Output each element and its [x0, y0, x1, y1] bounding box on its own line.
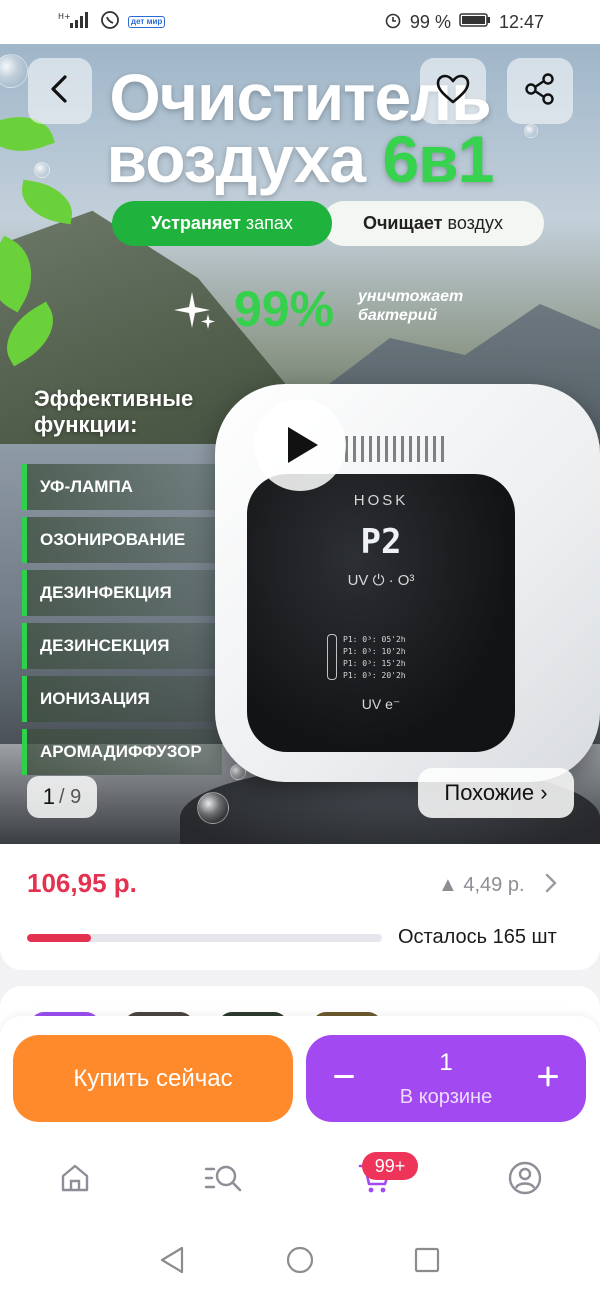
in-cart-control: 1 В корзине	[306, 1035, 586, 1122]
kill-rate-label: уничтожает бактерий	[358, 287, 463, 325]
functions-heading-line2: функции:	[34, 412, 138, 437]
feature-disinsection: ДЕЗИНСЕКЦИЯ	[22, 623, 222, 669]
catalog-search-icon	[204, 1161, 246, 1200]
benefit-pill-smell: Устраняет запах	[112, 201, 332, 246]
chevron-right-icon[interactable]	[544, 872, 558, 900]
system-home-button[interactable]	[284, 1246, 316, 1278]
device-bottom-controls: UV e⁻	[361, 696, 401, 712]
stock-remaining: Осталось 165 шт	[398, 926, 557, 948]
kill-rate-label-line1: уничтожает	[358, 288, 464, 305]
play-video-button[interactable]	[254, 399, 346, 491]
banner-title-line2: воздуха 6в1	[0, 126, 600, 192]
product-price: 106,95 р.	[27, 868, 137, 898]
functions-heading: Эффективные функции:	[34, 386, 193, 438]
kill-rate-label-line2: бактерий	[358, 307, 438, 324]
image-counter-total: / 9	[59, 785, 82, 808]
heart-icon	[435, 73, 471, 110]
device-timer: P1: 0³: 15'2h	[343, 659, 406, 668]
buy-now-button[interactable]: Купить сейчас	[13, 1035, 293, 1122]
device-timer: P1: 0³: 20'2h	[343, 671, 406, 680]
status-bar: H+ дет мир 99 % 12:47	[0, 0, 600, 44]
triangle-back-icon	[158, 1245, 186, 1280]
system-back-button[interactable]	[156, 1246, 188, 1278]
alarm-icon	[384, 11, 402, 34]
banner-title-word: воздуха	[106, 122, 367, 196]
system-navigation-bar	[0, 1226, 600, 1298]
product-image-gallery[interactable]: Очиститель воздуха 6в1 Устраняет запах Оч…	[0, 44, 600, 844]
price-card: 106,95 р. ▲ 4,49 р. Осталось 165 шт	[0, 844, 600, 970]
battery-percent: 99 %	[409, 11, 451, 32]
signal-icon: H+	[58, 11, 92, 34]
purchase-action-bar: Купить сейчас 1 В корзине	[0, 1016, 600, 1136]
benefit-pill-bold: Очищает	[362, 213, 443, 233]
functions-heading-line1: Эффективные	[34, 386, 194, 411]
sparkle-icon	[172, 288, 220, 341]
feature-uv-lamp: УФ-ЛАМПА	[22, 464, 222, 510]
nav-catalog[interactable]	[204, 1160, 246, 1200]
square-recents-icon	[413, 1246, 441, 1279]
status-right: 99 % 12:47	[384, 11, 544, 34]
status-left: H+ дет мир	[58, 10, 166, 35]
benefit-pills: Устраняет запах Очищает воздух	[112, 201, 544, 246]
feature-disinfection: ДЕЗИНФЕКЦИЯ	[22, 570, 222, 616]
back-button[interactable]	[28, 58, 92, 124]
favorite-button[interactable]	[420, 58, 486, 124]
device-vent	[345, 436, 445, 462]
profile-icon	[507, 1160, 543, 1201]
increase-quantity-button[interactable]	[536, 1057, 560, 1106]
device-timer: P1: 0³: 10'2h	[343, 647, 406, 656]
feature-list: УФ-ЛАМПА ОЗОНИРОВАНИЕ ДЕЗИНФЕКЦИЯ ДЕЗИНС…	[22, 464, 222, 782]
feature-ionization: ИОНИЗАЦИЯ	[22, 676, 222, 722]
feature-aroma-diffuser: АРОМАДИФФУЗОР	[22, 729, 222, 775]
detmir-app-icon: дет мир	[128, 16, 166, 28]
feature-ozonation: ОЗОНИРОВАНИЕ	[22, 517, 222, 563]
battery-icon	[459, 12, 491, 33]
stock-progress-fill	[27, 934, 91, 942]
device-brand: HOSK	[353, 492, 409, 509]
device-mode-button	[327, 634, 337, 680]
image-counter-current: 1	[42, 784, 55, 809]
benefit-pill-text: воздух	[447, 213, 504, 233]
whatsapp-icon	[100, 10, 120, 35]
bubble-decoration	[197, 792, 229, 824]
image-counter: 1 / 9	[27, 776, 97, 818]
chevron-left-icon	[47, 73, 73, 110]
banner-title-accent: 6в1	[382, 122, 494, 196]
share-button[interactable]	[507, 58, 573, 124]
circle-home-icon	[285, 1245, 315, 1280]
nav-home[interactable]	[55, 1160, 95, 1200]
benefit-pill-air: Очищает воздух	[322, 201, 544, 246]
device-controls: UV ⏻ · O³	[347, 572, 415, 589]
device-timer: P1: 0³: 05'2h	[343, 635, 406, 644]
price-delta[interactable]: ▲ 4,49 р.	[438, 874, 525, 897]
system-recents-button[interactable]	[411, 1246, 443, 1278]
home-icon	[58, 1161, 92, 1200]
device-timers: P1: 0³: 05'2h P1: 0³: 10'2h P1: 0³: 15'2…	[343, 634, 406, 682]
benefit-pill-bold: Устраняет	[151, 213, 241, 233]
svg-text:H+: H+	[58, 12, 71, 21]
bottom-navigation: 99+	[0, 1136, 600, 1226]
benefit-pill-text: запах	[245, 213, 293, 233]
nav-profile[interactable]	[505, 1160, 545, 1200]
stock-progress-bar	[27, 934, 382, 942]
cart-count-badge: 99+	[362, 1152, 418, 1180]
product-page: H+ дет мир 99 % 12:47 Очиститель воздуха…	[0, 0, 600, 1298]
kill-rate-percent: 99%	[234, 281, 335, 337]
clock: 12:47	[498, 11, 544, 32]
share-icon	[523, 72, 557, 111]
play-icon	[288, 427, 318, 463]
similar-products-button[interactable]: Похожие ›	[418, 768, 574, 818]
device-display: P2	[360, 522, 402, 562]
device-screen: HOSK P2 UV ⏻ · O³ P1: 0³: 05'2h P1: 0³: …	[247, 474, 515, 752]
